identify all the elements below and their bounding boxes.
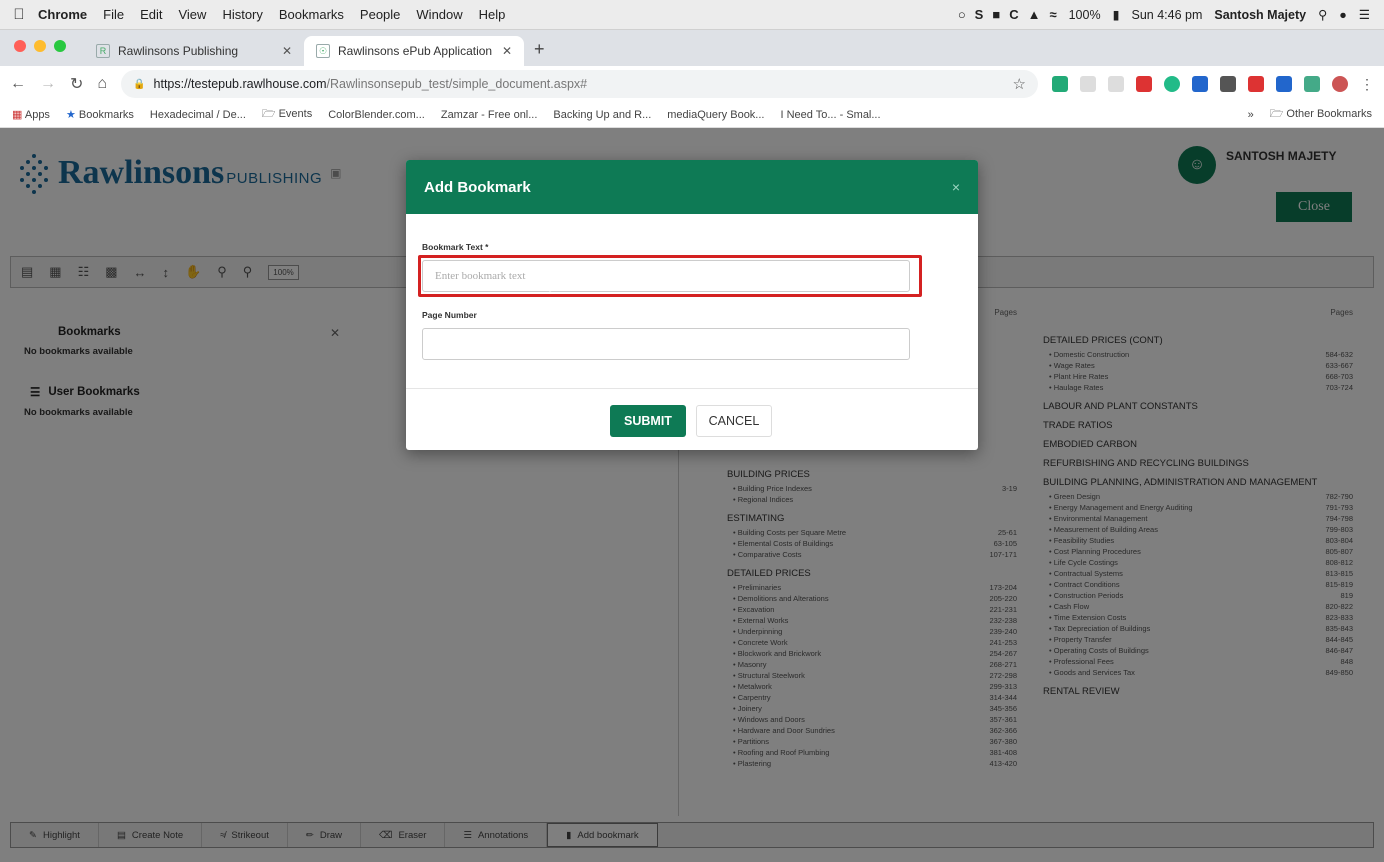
bookmark-text-label: Bookmark Text * bbox=[422, 242, 489, 252]
wifi-icon[interactable]: ≈ bbox=[1049, 7, 1056, 22]
extension-icon[interactable] bbox=[1304, 76, 1320, 92]
bookmark-bookmarks[interactable]: ★ Bookmarks bbox=[66, 108, 134, 121]
menu-people[interactable]: People bbox=[360, 7, 400, 22]
tab-title: Rawlinsons ePub Application bbox=[338, 44, 493, 58]
tab-title: Rawlinsons Publishing bbox=[118, 44, 239, 58]
tray-icons: ○ S ■ C ▲ ≈ bbox=[958, 7, 1057, 22]
add-bookmark-dialog: Add Bookmark × Bookmark Text * Page Numb… bbox=[406, 160, 978, 450]
menu-app-name[interactable]: Chrome bbox=[38, 7, 87, 22]
forward-icon[interactable]: → bbox=[40, 75, 56, 93]
tab-strip: R Rawlinsons Publishing ✕ ☉ Rawlinsons e… bbox=[0, 30, 1384, 66]
url-path: /Rawlinsonsepub_test/simple_document.asp… bbox=[326, 77, 588, 91]
os-user[interactable]: Santosh Majety bbox=[1214, 8, 1306, 22]
bookmark-backing-up[interactable]: Backing Up and R... bbox=[553, 109, 651, 121]
menu-help[interactable]: Help bbox=[479, 7, 506, 22]
submit-button[interactable]: SUBMIT bbox=[610, 405, 686, 437]
bookmark-events[interactable]: 🗁 Events bbox=[262, 105, 312, 124]
star-icon[interactable]: ☆ bbox=[1013, 75, 1026, 93]
extension-icon[interactable] bbox=[1080, 76, 1096, 92]
bookmark-mediaquery[interactable]: mediaQuery Book... bbox=[667, 109, 764, 121]
omnibox[interactable]: 🔒 https://testepub.rawlhouse.com/Rawlins… bbox=[121, 70, 1038, 98]
bookmark-colorblender[interactable]: ColorBlender.com... bbox=[328, 109, 425, 121]
menu-view[interactable]: View bbox=[178, 7, 206, 22]
extension-icon[interactable] bbox=[1108, 76, 1124, 92]
apple-icon[interactable]:  bbox=[0, 6, 38, 23]
extension-icon[interactable] bbox=[1052, 76, 1068, 92]
apps-grid-icon: ▦ bbox=[12, 109, 23, 121]
tray-icon[interactable]: ▲ bbox=[1028, 7, 1041, 22]
cancel-button[interactable]: CANCEL bbox=[696, 405, 772, 437]
bookmarks-overflow-icon[interactable]: » bbox=[1248, 109, 1254, 121]
menu-bookmarks[interactable]: Bookmarks bbox=[279, 7, 344, 22]
address-toolbar: ← → ↻ ⌂ 🔒 https://testepub.rawlhouse.com… bbox=[0, 66, 1384, 102]
window-zoom-icon[interactable] bbox=[54, 40, 66, 52]
tab-close-icon[interactable]: ✕ bbox=[502, 44, 512, 58]
bookmark-apps[interactable]: ▦ Apps bbox=[12, 108, 50, 121]
bookmark-i-need-to[interactable]: I Need To... - Smal... bbox=[780, 109, 880, 121]
favicon-icon: R bbox=[96, 44, 110, 58]
dialog-close-icon[interactable]: × bbox=[952, 179, 960, 195]
extensions: ⋮ bbox=[1052, 76, 1374, 92]
clock[interactable]: Sun 4:46 pm bbox=[1131, 8, 1202, 22]
bookmark-text-input[interactable] bbox=[422, 260, 910, 292]
tray-icon[interactable]: S bbox=[975, 7, 984, 22]
extension-icon[interactable] bbox=[1248, 76, 1264, 92]
tab-close-icon[interactable]: ✕ bbox=[282, 44, 292, 58]
spotlight-search-icon[interactable]: ⚲ bbox=[1318, 7, 1327, 22]
extension-icon[interactable] bbox=[1276, 76, 1292, 92]
chrome-menu-icon[interactable]: ⋮ bbox=[1360, 76, 1374, 92]
bookmark-zamzar[interactable]: Zamzar - Free onl... bbox=[441, 109, 538, 121]
notification-center-icon[interactable]: ☰ bbox=[1359, 7, 1370, 22]
lock-icon: 🔒 bbox=[133, 78, 146, 90]
star-icon: ★ bbox=[65, 109, 76, 121]
os-menubar:  Chrome File Edit View History Bookmark… bbox=[0, 0, 1384, 30]
siri-icon[interactable]: ● bbox=[1339, 8, 1347, 22]
favicon-icon: ☉ bbox=[316, 44, 330, 58]
window-close-icon[interactable] bbox=[14, 40, 26, 52]
menu-history[interactable]: History bbox=[222, 7, 262, 22]
page-number-input[interactable] bbox=[422, 328, 910, 360]
extension-icon[interactable] bbox=[1220, 76, 1236, 92]
profile-icon[interactable] bbox=[1332, 76, 1348, 92]
battery-percent: 100% bbox=[1068, 7, 1101, 22]
tray-icon[interactable]: ■ bbox=[992, 7, 1000, 22]
tray-icon[interactable]: C bbox=[1009, 7, 1018, 22]
window-minimize-icon[interactable] bbox=[34, 40, 46, 52]
back-icon[interactable]: ← bbox=[10, 75, 26, 93]
home-icon[interactable]: ⌂ bbox=[97, 75, 107, 93]
dialog-header: Add Bookmark × bbox=[406, 160, 978, 214]
dialog-title: Add Bookmark bbox=[424, 178, 531, 196]
dialog-footer: SUBMIT CANCEL bbox=[406, 388, 978, 450]
url-host: https://testepub.rawlhouse.com bbox=[153, 77, 327, 91]
battery-icon[interactable]: ▮ bbox=[1113, 7, 1120, 22]
reload-icon[interactable]: ↻ bbox=[70, 74, 83, 94]
extension-icon[interactable] bbox=[1136, 76, 1152, 92]
extension-icon[interactable] bbox=[1192, 76, 1208, 92]
folder-icon: 🗁 bbox=[1269, 108, 1284, 120]
bookmark-other[interactable]: 🗁 Other Bookmarks bbox=[1270, 105, 1372, 124]
menu-file[interactable]: File bbox=[103, 7, 124, 22]
folder-icon: 🗁 bbox=[261, 108, 276, 120]
tray-icon[interactable]: ○ bbox=[958, 7, 966, 22]
tab-rawlinsons-publishing[interactable]: R Rawlinsons Publishing ✕ bbox=[84, 36, 304, 66]
bookmark-hexadecimal[interactable]: Hexadecimal / De... bbox=[150, 109, 246, 121]
bookmarks-bar: ▦ Apps ★ Bookmarks Hexadecimal / De... 🗁… bbox=[0, 102, 1384, 128]
extension-icon[interactable] bbox=[1164, 76, 1180, 92]
tab-epub-application[interactable]: ☉ Rawlinsons ePub Application ✕ bbox=[304, 36, 524, 66]
new-tab-icon[interactable]: + bbox=[524, 39, 555, 66]
menu-edit[interactable]: Edit bbox=[140, 7, 162, 22]
page-number-label: Page Number bbox=[422, 310, 477, 320]
menu-window[interactable]: Window bbox=[416, 7, 462, 22]
